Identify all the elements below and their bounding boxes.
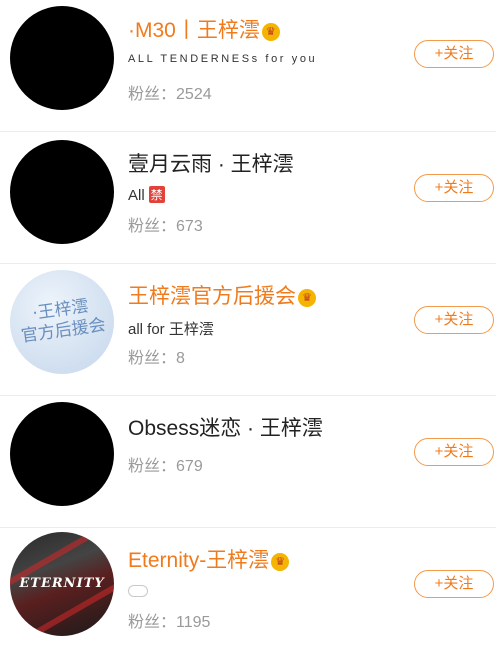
user-name[interactable]: 王梓澐官方后援会 ♛ xyxy=(128,280,316,310)
user-bio xyxy=(128,584,148,601)
user-row[interactable]: ·M30丨王梓澐 ♛ ALL TENDERNESs for you 粉丝：2524… xyxy=(0,0,496,132)
user-row[interactable]: Obsess迷恋 · 王梓澐 粉丝：679 +关注 xyxy=(0,396,496,528)
user-row[interactable]: 壹月云雨 · 王梓澐 All 禁 粉丝：673 +关注 xyxy=(0,132,496,264)
avatar[interactable] xyxy=(10,140,114,244)
fans-count: 粉丝：679 xyxy=(128,458,203,475)
avatar[interactable] xyxy=(10,402,114,506)
user-name[interactable]: 壹月云雨 · 王梓澐 xyxy=(128,148,294,178)
avatar-text: ETERNITY xyxy=(19,576,105,591)
follow-button[interactable]: +关注 xyxy=(414,306,494,334)
user-name[interactable]: Eternity-王梓澐 ♛ xyxy=(128,544,290,574)
crown-icon: ♛ xyxy=(298,289,316,307)
fans-count: 粉丝：1195 xyxy=(128,614,211,631)
user-row[interactable]: ·王梓澐 官方后援会 王梓澐官方后援会 ♛ all for 王梓澐 粉丝：8 +关… xyxy=(0,264,496,396)
crown-icon: ♛ xyxy=(261,23,280,41)
follow-button[interactable]: +关注 xyxy=(414,438,494,466)
user-row[interactable]: ETERNITY Eternity-王梓澐 ♛ 粉丝：1195 +关注 xyxy=(0,528,496,660)
user-name[interactable]: Obsess迷恋 · 王梓澐 xyxy=(128,412,323,442)
fans-count: 粉丝：673 xyxy=(128,218,203,235)
banned-badge: 禁 xyxy=(148,186,165,203)
follow-button[interactable]: +关注 xyxy=(414,40,494,68)
user-name[interactable]: ·M30丨王梓澐 ♛ xyxy=(128,14,280,44)
follow-button[interactable]: +关注 xyxy=(414,570,494,598)
crown-icon: ♛ xyxy=(271,553,290,571)
user-bio: ALL TENDERNESs for you xyxy=(128,53,318,65)
avatar[interactable]: ·王梓澐 官方后援会 xyxy=(10,270,114,374)
follow-button[interactable]: +关注 xyxy=(414,174,494,202)
avatar[interactable] xyxy=(10,6,114,110)
avatar-text: ·王梓澐 官方后援会 xyxy=(19,296,107,347)
fans-count: 粉丝：8 xyxy=(128,350,185,367)
fans-count: 粉丝：2524 xyxy=(128,86,212,103)
avatar[interactable]: ETERNITY xyxy=(10,532,114,636)
user-bio: All 禁 xyxy=(128,186,165,204)
cloud-icon xyxy=(128,585,148,597)
user-bio: all for 王梓澐 xyxy=(128,321,214,338)
